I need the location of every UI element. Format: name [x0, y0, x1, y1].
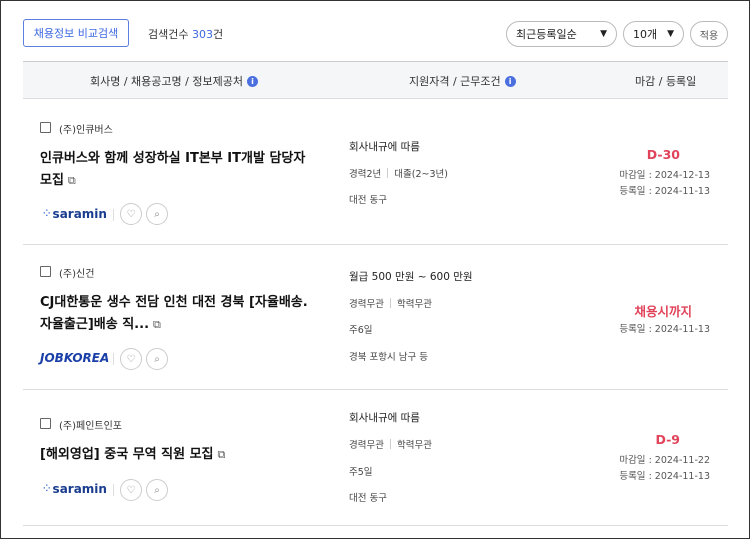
company-name[interactable]: (주)인큐버스: [59, 121, 113, 136]
header-company-label: 회사명 / 채용공고명 / 정보제공처: [90, 75, 243, 88]
job-title[interactable]: CJ대한통운 생수 전담 인천 대전 경북 [자율배송. 자율출근]배송 직..…: [40, 295, 308, 332]
saramin-dots-icon: ⁘: [43, 484, 50, 494]
salary-condition: 월급 500 만원 ~ 600 만원: [349, 271, 473, 283]
header-condition-column: 지원자격 / 근무조건 i: [409, 73, 516, 89]
header-deadline-column: 마감 / 등록일: [635, 73, 696, 89]
table-row: (주)신건 CJ대한통운 생수 전담 인천 대전 경북 [자율배송. 자율출근]…: [23, 245, 728, 390]
favorite-button[interactable]: ♡: [120, 203, 142, 225]
qualification-tags: 경력2년 대졸(2~3년): [349, 166, 448, 180]
info-icon[interactable]: i: [246, 75, 258, 87]
divider: [113, 353, 114, 365]
external-link-icon[interactable]: ⧉: [153, 314, 161, 336]
favorite-button[interactable]: ♡: [120, 479, 142, 501]
heart-icon: ♡: [126, 353, 136, 365]
close-date: 마감일 : 2024-12-13: [619, 170, 710, 181]
sort-select[interactable]: 최근등록일순 ▼: [506, 21, 617, 47]
result-count: 검색건수 303건: [148, 26, 223, 42]
work-location: 경북 포항시 남구 등: [349, 352, 428, 363]
page-size-value: 10개: [633, 28, 658, 41]
company-name[interactable]: (주)신건: [59, 265, 94, 280]
qualification-tags: 경력무관 학력무관: [349, 437, 432, 451]
row-checkbox[interactable]: [40, 418, 51, 429]
register-date: 등록일 : 2024-11-13: [619, 471, 710, 482]
register-date: 등록일 : 2024-11-13: [619, 324, 710, 335]
search-icon: ⌕: [154, 484, 160, 496]
experience-tag: 경력2년: [349, 169, 382, 180]
count-label: 검색건수: [148, 28, 189, 41]
job-title-link[interactable]: CJ대한통운 생수 전담 인천 대전 경북 [자율배송. 자율출근]배송 직..…: [40, 292, 320, 336]
chevron-down-icon: ▼: [600, 29, 607, 39]
work-location: 대전 동구: [349, 493, 387, 504]
education-tag: 학력무관: [396, 440, 432, 451]
preview-button[interactable]: ⌕: [146, 348, 168, 370]
saramin-dots-icon: ⁘: [43, 209, 50, 219]
divider: [389, 439, 391, 449]
row-checkbox[interactable]: [40, 122, 51, 133]
qualification-tags: 경력무관 학력무관: [349, 296, 432, 310]
header-deadline-label: 마감 / 등록일: [635, 75, 697, 88]
compare-search-button[interactable]: 채용정보 비교검색: [23, 19, 129, 47]
info-icon[interactable]: i: [504, 75, 516, 87]
preview-button[interactable]: ⌕: [146, 203, 168, 225]
chevron-down-icon: ▼: [667, 29, 674, 39]
page-size-select[interactable]: 10개 ▼: [623, 21, 684, 47]
divider: [113, 484, 114, 496]
work-days: 주5일: [349, 467, 373, 478]
search-icon: ⌕: [154, 353, 160, 365]
job-title[interactable]: [해외영업] 중국 무역 직원 모집: [40, 447, 214, 462]
heart-icon: ♡: [126, 484, 136, 496]
apply-button[interactable]: 적용: [690, 21, 728, 47]
company-name[interactable]: (주)페인트인포: [59, 417, 122, 432]
saramin-logo[interactable]: ⁘ saramin: [43, 482, 107, 496]
education-tag: 학력무관: [396, 299, 432, 310]
heart-icon: ♡: [126, 208, 136, 220]
divider: [113, 209, 114, 221]
deadline-badge: D-9: [655, 432, 681, 447]
row-checkbox[interactable]: [40, 266, 51, 277]
header-company-column: 회사명 / 채용공고명 / 정보제공처 i: [90, 73, 258, 89]
external-link-icon[interactable]: ⧉: [68, 170, 76, 192]
job-title[interactable]: 인큐버스와 함께 성장하실 IT본부 IT개발 담당자 모집: [40, 151, 305, 188]
favorite-button[interactable]: ♡: [120, 348, 142, 370]
table-header: 회사명 / 채용공고명 / 정보제공처 i 지원자격 / 근무조건 i 마감 /…: [23, 61, 728, 99]
job-title-link[interactable]: [해외영업] 중국 무역 직원 모집 ⧉: [40, 444, 320, 466]
deadline-badge: 채용시까지: [634, 304, 692, 319]
divider: [387, 168, 389, 178]
salary-condition: 회사내규에 따름: [349, 412, 420, 424]
search-icon: ⌕: [154, 208, 160, 220]
divider: [389, 298, 391, 308]
deadline-badge: D-30: [646, 147, 680, 162]
work-days: 주6일: [349, 325, 373, 336]
close-date: 마감일 : 2024-11-22: [619, 455, 710, 466]
header-condition-label: 지원자격 / 근무조건: [409, 75, 501, 88]
salary-condition: 회사내규에 따름: [349, 141, 420, 153]
external-link-icon[interactable]: ⧉: [218, 444, 226, 466]
jobkorea-logo[interactable]: JOBKOREA: [40, 351, 109, 365]
register-date: 등록일 : 2024-11-13: [619, 186, 710, 197]
work-location: 대전 동구: [349, 195, 387, 206]
experience-tag: 경력무관: [349, 299, 384, 310]
education-tag: 대졸(2~3년): [394, 169, 448, 180]
table-row: (주)인큐버스 인큐버스와 함께 성장하실 IT본부 IT개발 담당자 모집 ⧉ …: [23, 99, 728, 245]
job-title-link[interactable]: 인큐버스와 함께 성장하실 IT본부 IT개발 담당자 모집 ⧉: [40, 148, 320, 192]
count-unit: 건: [212, 28, 224, 41]
count-value: 303: [191, 28, 213, 41]
source-name: saramin: [52, 207, 107, 221]
source-name: saramin: [52, 482, 107, 496]
table-row: (주)페인트인포 [해외영업] 중국 무역 직원 모집 ⧉ ⁘ saramin ♡ …: [23, 390, 728, 526]
preview-button[interactable]: ⌕: [146, 479, 168, 501]
sort-select-value: 최근등록일순: [516, 28, 577, 41]
saramin-logo[interactable]: ⁘ saramin: [43, 207, 107, 221]
experience-tag: 경력무관: [349, 440, 384, 451]
